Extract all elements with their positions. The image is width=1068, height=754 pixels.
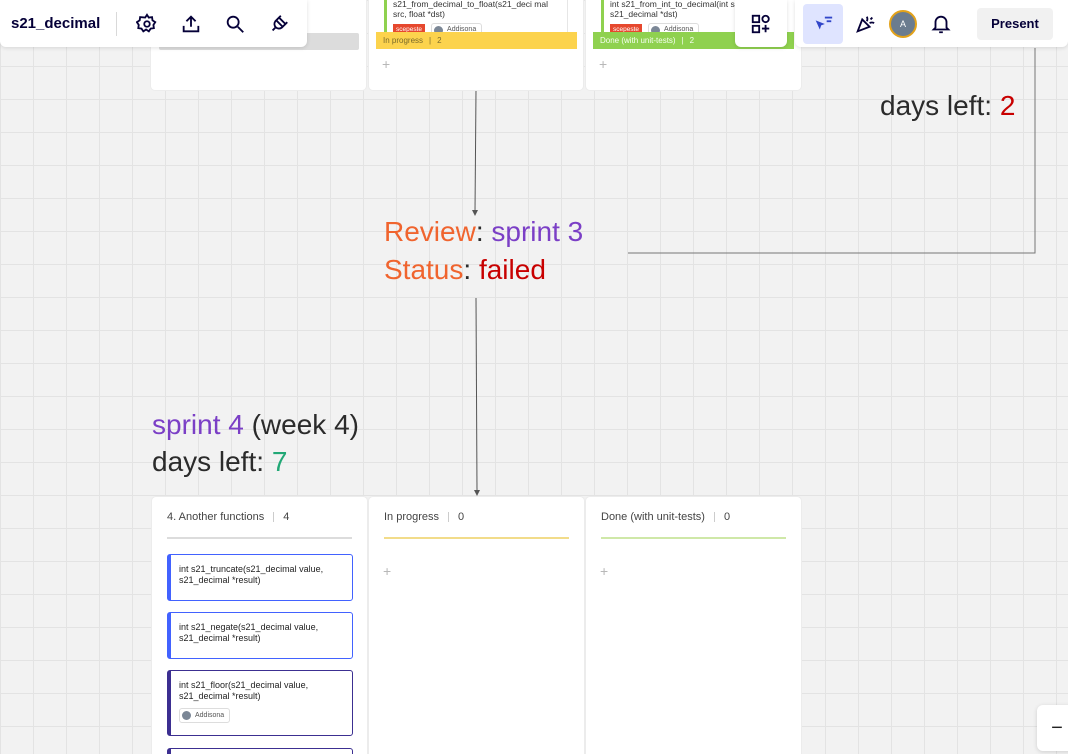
status-count: 2 [437, 36, 442, 45]
status-bar-in-progress[interactable]: In progress | 2 [376, 32, 577, 49]
column-another-functions: 4. Another functions 4 int s21_truncate(… [152, 497, 367, 754]
column-header[interactable]: 4. Another functions 4 [167, 511, 289, 523]
add-card-button[interactable]: + [599, 56, 607, 72]
days-left-label: days left: [152, 446, 272, 477]
minus-icon: − [1051, 716, 1063, 739]
follow-cursor-button[interactable] [803, 3, 843, 44]
column-underline [601, 537, 786, 539]
search-button[interactable] [213, 4, 257, 44]
celebrate-button[interactable] [843, 4, 887, 44]
share-button[interactable] [169, 4, 213, 44]
column-underline [384, 537, 569, 539]
status-label: Status [384, 254, 464, 285]
card-text: int s21_truncate(s21_decimal value, s21_… [179, 564, 324, 585]
days-left-value: 7 [271, 446, 288, 477]
bell-icon [931, 15, 951, 33]
column-title: 4. Another functions [167, 511, 265, 523]
collaboration-toolbar: A Present [795, 0, 1068, 47]
assignee-name: Addisona [195, 712, 225, 719]
add-card-button[interactable]: + [600, 563, 608, 579]
column-count: 0 [458, 511, 465, 523]
zoom-out-button[interactable]: − [1037, 705, 1068, 751]
status-label: In progress [383, 36, 424, 45]
days-left-value: 2 [999, 90, 1016, 121]
search-icon [226, 15, 245, 33]
top-column-in-progress: s21_from_decimal_to_float(s21_deci mal s… [369, 0, 583, 90]
column-header[interactable]: In progress 0 [384, 511, 464, 523]
add-card-button[interactable]: + [383, 563, 391, 579]
column-done: Done (with unit-tests) 0 + [586, 497, 801, 754]
sprint-label: sprint 4 [152, 409, 244, 440]
header-divider [273, 512, 275, 522]
apps-button[interactable] [739, 4, 783, 44]
sprint3-days-left: days left: 2 [880, 90, 1015, 122]
status-line: Status: failed [384, 254, 546, 286]
board-toolbar: s21_decimal [0, 0, 307, 47]
shapes-plus-icon [751, 14, 770, 33]
status-count: 2 [689, 36, 695, 45]
review-line: Review: sprint 3 [384, 216, 583, 248]
status-label: Done (with unit-tests) [600, 36, 676, 45]
header-divider [713, 512, 715, 522]
toolbar-divider [116, 11, 118, 36]
avatar[interactable]: A [889, 9, 917, 38]
task-card-truncate[interactable]: int s21_truncate(s21_decimal value, s21_… [167, 554, 353, 601]
status-colon: : [463, 254, 479, 285]
plug-icon [272, 14, 289, 31]
card-text: int s21_negate(s21_decimal value, s21_de… [179, 622, 319, 643]
column-header[interactable]: Done (with unit-tests) 0 [601, 511, 730, 523]
settings-button[interactable] [125, 4, 169, 44]
task-card-partial[interactable] [167, 748, 353, 754]
task-card-floor[interactable]: int s21_floor(s21_decimal value, s21_dec… [167, 670, 353, 736]
task-card-negate[interactable]: int s21_negate(s21_decimal value, s21_de… [167, 612, 353, 659]
user-icon [182, 711, 191, 720]
sprint4-heading: sprint 4 (week 4) [152, 409, 359, 441]
review-label: Review [384, 216, 476, 247]
column-title: In progress [384, 511, 440, 523]
card-text: int s21_floor(s21_decimal value, s21_dec… [179, 680, 309, 701]
days-left-label: days left: [880, 90, 1000, 121]
present-button[interactable]: Present [977, 7, 1053, 40]
column-underline [167, 537, 352, 539]
assignee-chip[interactable]: Addisona [179, 708, 231, 723]
header-divider [448, 512, 450, 522]
add-card-button[interactable]: + [382, 56, 390, 72]
sprint4-days-left: days left: 7 [152, 446, 287, 478]
card-text: s21_from_decimal_to_float(s21_deci mal s… [393, 0, 548, 19]
column-count: 0 [723, 511, 731, 523]
apps-toolbar [735, 0, 787, 47]
party-popper-icon [856, 15, 875, 33]
notifications-button[interactable] [919, 4, 963, 44]
week-label: (week 4) [243, 409, 359, 440]
board-title[interactable]: s21_decimal [11, 15, 100, 32]
gear-icon [136, 12, 157, 33]
review-colon: : [475, 216, 492, 247]
upload-icon [182, 14, 200, 32]
status-value: failed [478, 254, 546, 285]
top-card[interactable]: s21_from_decimal_to_float(s21_deci mal s… [384, 0, 568, 37]
column-title: Done (with unit-tests) [601, 511, 705, 523]
integrations-button[interactable] [257, 4, 301, 44]
cursor-filter-icon [815, 16, 833, 29]
column-count: 4 [283, 511, 290, 523]
column-in-progress: In progress 0 + [369, 497, 584, 754]
review-sprint-value: sprint 3 [491, 216, 584, 247]
